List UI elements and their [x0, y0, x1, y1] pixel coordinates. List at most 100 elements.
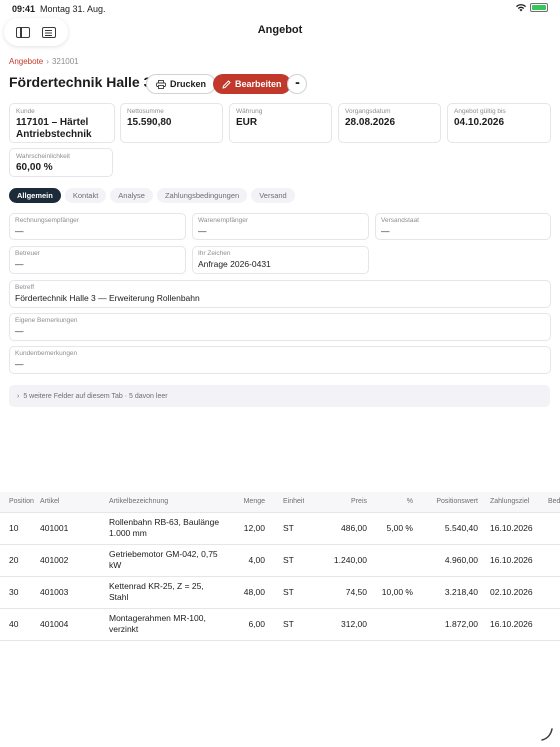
waehrung-value: EUR — [236, 117, 258, 128]
cell-bedarf — [544, 544, 560, 577]
cell-einheit: ST — [269, 608, 304, 641]
col-einheit[interactable]: Einheit — [269, 492, 304, 513]
wahrscheinlichkeit-label: Wahrscheinlichkeit — [16, 153, 70, 160]
cell-bedarf — [544, 576, 560, 609]
col-bedarf[interactable]: Bedarf — [544, 492, 560, 513]
eigene-bemerkungen-label: Eigene Bemerkungen — [15, 317, 78, 324]
ellipsis-icon: ••• — [295, 81, 299, 87]
status-indicators — [516, 3, 548, 12]
cell-position: 20 — [0, 544, 36, 577]
betreff-value: Fördertechnik Halle 3 — Erweiterung Roll… — [15, 293, 200, 303]
table-row[interactable]: 20 401002 Getriebemotor GM-042, 0,75 kW … — [0, 544, 560, 577]
col-preis[interactable]: Preis — [304, 492, 371, 513]
cell-artikelbezeichnung: Rollenbahn RB-63, Baulänge 1.000 mm — [105, 512, 229, 545]
cell-position: 10 — [0, 512, 36, 545]
gueltig-label: Angebot gültig bis — [454, 108, 506, 115]
col-position[interactable]: Position — [0, 492, 36, 513]
chevron-right-icon: › — [46, 57, 49, 66]
versandstaat-label: Versandstaat — [381, 217, 419, 224]
cell-zahlungsziel: 16.10.2026 — [482, 512, 544, 545]
kundenbemerkungen-value: — — [15, 359, 24, 369]
summary-card-gueltig: Angebot gültig bis 04.10.2026 — [447, 103, 551, 143]
datum-label: Vorgangsdatum — [345, 108, 391, 115]
col-menge[interactable]: Menge — [229, 492, 269, 513]
col-artikelbezeichnung[interactable]: Artikelbezeichnung — [105, 492, 229, 513]
wahrscheinlichkeit-value: 60,00 % — [16, 162, 53, 173]
tab-kontakt[interactable]: Kontakt — [64, 188, 107, 203]
status-date: Montag 31. Aug. — [40, 4, 106, 14]
tab-allgemein[interactable]: Allgemein — [9, 188, 61, 203]
more-fields-toggle[interactable]: › 5 weitere Felder auf diesem Tab · 5 da… — [9, 385, 550, 407]
cell-positionswert: 3.218,40 — [417, 576, 482, 609]
ihr-zeichen-label: Ihr Zeichen — [198, 250, 231, 257]
cell-zahlungsziel: 16.10.2026 — [482, 608, 544, 641]
cell-menge: 4,00 — [229, 544, 269, 577]
cell-zahlungsziel: 02.10.2026 — [482, 576, 544, 609]
rechnungsempfaenger-field[interactable]: Rechnungsempfänger — — [9, 213, 186, 240]
tab-zahlungsbedingungen[interactable]: Zahlungsbedingungen — [156, 188, 248, 203]
betreuer-field[interactable]: Betreuer — — [9, 246, 186, 274]
eigene-bemerkungen-value: — — [15, 326, 24, 336]
tab-analyse[interactable]: Analyse — [110, 188, 153, 203]
edit-button[interactable]: Bearbeiten — [213, 74, 291, 94]
cell-menge: 12,00 — [229, 512, 269, 545]
cell-artikelbezeichnung: Getriebemotor GM-042, 0,75 kW — [105, 544, 229, 577]
more-options-button[interactable]: ••• — [287, 74, 307, 94]
battery-icon — [530, 3, 548, 12]
col-rabatt[interactable]: % — [371, 492, 417, 513]
eigene-bemerkungen-field[interactable]: Eigene Bemerkungen — — [9, 313, 551, 341]
ihr-zeichen-field[interactable]: Ihr Zeichen Anfrage 2026-0431 — [192, 246, 369, 274]
print-button[interactable]: Drucken — [146, 74, 217, 94]
resize-handle-icon[interactable] — [540, 727, 554, 741]
waehrung-label: Währung — [236, 108, 263, 115]
cell-rabatt: 5,00 % — [371, 512, 417, 545]
warenempfaenger-value: — — [198, 226, 207, 236]
nav-title: Angebot — [257, 24, 303, 36]
col-zahlungsziel[interactable]: Zahlungsziel — [482, 492, 544, 513]
cell-bedarf — [544, 608, 560, 641]
status-time: 09:41 — [12, 4, 36, 14]
cell-preis: 312,00 — [304, 608, 371, 641]
table-row[interactable]: 10 401001 Rollenbahn RB-63, Baulänge 1.0… — [0, 512, 560, 545]
table-row[interactable]: 30 401003 Kettenrad KR-25, Z = 25, Stahl… — [0, 576, 560, 609]
cell-einheit: ST — [269, 576, 304, 609]
cell-positionswert: 1.872,00 — [417, 608, 482, 641]
kundenbemerkungen-label: Kundenbemerkungen — [15, 350, 78, 357]
col-artikel[interactable]: Artikel — [36, 492, 105, 513]
breadcrumb-current: 321001 — [51, 57, 79, 66]
tab-versand[interactable]: Versand — [251, 188, 295, 203]
summary-card-waehrung: Währung EUR — [229, 103, 332, 143]
printer-icon — [156, 79, 166, 89]
kundenbemerkungen-field[interactable]: Kundenbemerkungen — — [9, 346, 551, 374]
print-button-label: Drucken — [170, 79, 207, 89]
cell-rabatt: 10,00 % — [371, 576, 417, 609]
summary-card-netto: Nettosumme 15.590,80 — [120, 103, 223, 143]
cell-bedarf — [544, 512, 560, 545]
cell-preis: 1.240,00 — [304, 544, 371, 577]
summary-card-datum: Vorgangsdatum 28.08.2026 — [338, 103, 441, 143]
warenempfaenger-field[interactable]: Warenempfänger — — [192, 213, 369, 240]
cell-artikel: 401003 — [36, 576, 105, 609]
positions-table: Position Artikel Artikelbezeichnung Meng… — [0, 492, 560, 641]
versandstaat-field[interactable]: Versandstaat — — [375, 213, 551, 240]
betreff-field[interactable]: Betreff Fördertechnik Halle 3 — Erweiter… — [9, 280, 551, 308]
netto-label: Nettosumme — [127, 108, 164, 115]
warenempfaenger-label: Warenempfänger — [198, 217, 248, 224]
cell-einheit: ST — [269, 544, 304, 577]
cell-positionswert: 4.960,00 — [417, 544, 482, 577]
cell-position: 30 — [0, 576, 36, 609]
cell-artikel: 401004 — [36, 608, 105, 641]
table-row[interactable]: 40 401004 Montagerahmen MR-100, verzinkt… — [0, 608, 560, 641]
cell-menge: 6,00 — [229, 608, 269, 641]
cell-artikelbezeichnung: Montagerahmen MR-100, verzinkt — [105, 608, 229, 641]
cell-einheit: ST — [269, 512, 304, 545]
wifi-icon — [516, 3, 526, 11]
positions-table-container[interactable]: Position Artikel Artikelbezeichnung Meng… — [0, 492, 560, 641]
cell-preis: 74,50 — [304, 576, 371, 609]
cell-menge: 48,00 — [229, 576, 269, 609]
ihr-zeichen-value: Anfrage 2026-0431 — [198, 259, 271, 269]
breadcrumb-parent[interactable]: Angebote — [9, 57, 43, 66]
breadcrumb: Angebote › 321001 — [9, 57, 79, 66]
summary-card-kunde[interactable]: Kunde 117101 – Härtel Antriebstechnik G.… — [9, 103, 115, 143]
col-positionswert[interactable]: Positionswert — [417, 492, 482, 513]
